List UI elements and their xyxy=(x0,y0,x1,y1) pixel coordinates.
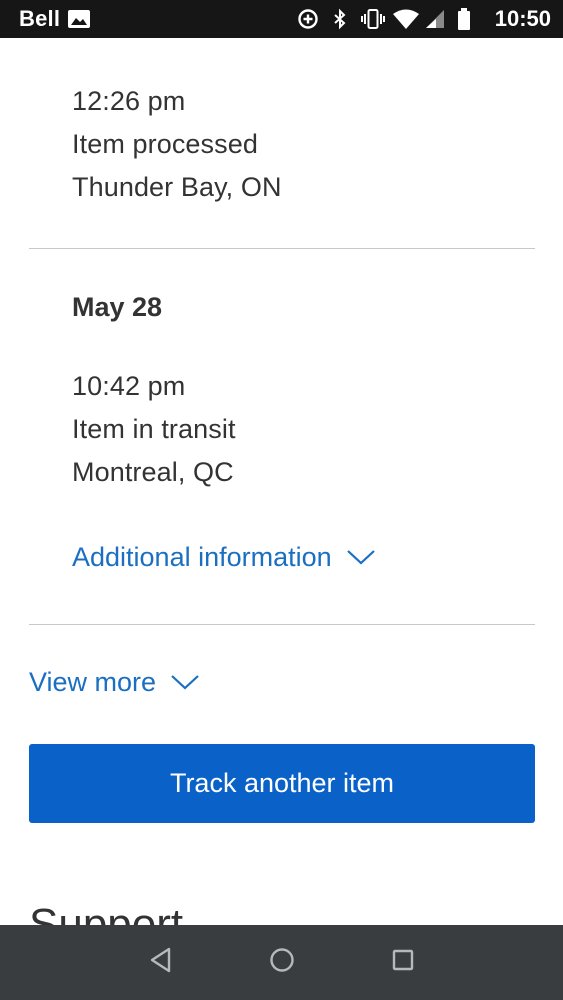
back-button[interactable] xyxy=(141,943,181,983)
image-icon xyxy=(68,10,91,28)
status-icons: 10:50 xyxy=(297,6,551,32)
recents-icon xyxy=(391,948,415,977)
carrier-name: Bell xyxy=(19,6,61,31)
recents-button[interactable] xyxy=(383,943,423,983)
data-saver-icon xyxy=(297,8,319,30)
event-time: 10:42 pm xyxy=(72,371,186,401)
event-status: Item in transit xyxy=(72,414,236,444)
vibrate-icon xyxy=(360,8,385,30)
bluetooth-icon xyxy=(329,8,351,30)
back-icon xyxy=(149,947,173,978)
event-time: 12:26 pm xyxy=(72,86,186,116)
tracking-content[interactable]: 12:26 pm Item processed Thunder Bay, ON … xyxy=(0,38,563,925)
navigation-bar xyxy=(0,925,563,1000)
divider xyxy=(29,624,535,625)
home-icon xyxy=(269,947,295,978)
chevron-down-icon xyxy=(170,667,200,698)
date-heading: May 28 xyxy=(72,292,163,322)
event-location: Montreal, QC xyxy=(72,457,234,487)
event-location: Thunder Bay, ON xyxy=(72,172,282,202)
status-bar: Bell 10:50 xyxy=(0,0,563,38)
clock: 10:50 xyxy=(494,6,551,31)
battery-icon xyxy=(457,8,479,30)
track-another-item-button[interactable]: Track another item xyxy=(29,744,535,823)
support-heading: Support xyxy=(29,900,184,925)
signal-icon xyxy=(425,8,447,30)
view-more-label: View more xyxy=(29,667,157,697)
chevron-down-icon xyxy=(346,542,376,573)
wifi-icon xyxy=(392,8,419,30)
additional-information-link[interactable]: Additional information xyxy=(72,542,376,573)
view-more-link[interactable]: View more xyxy=(29,667,200,698)
home-button[interactable] xyxy=(262,943,302,983)
additional-information-label: Additional information xyxy=(72,542,332,572)
event-status: Item processed xyxy=(72,129,258,159)
divider xyxy=(29,248,535,249)
